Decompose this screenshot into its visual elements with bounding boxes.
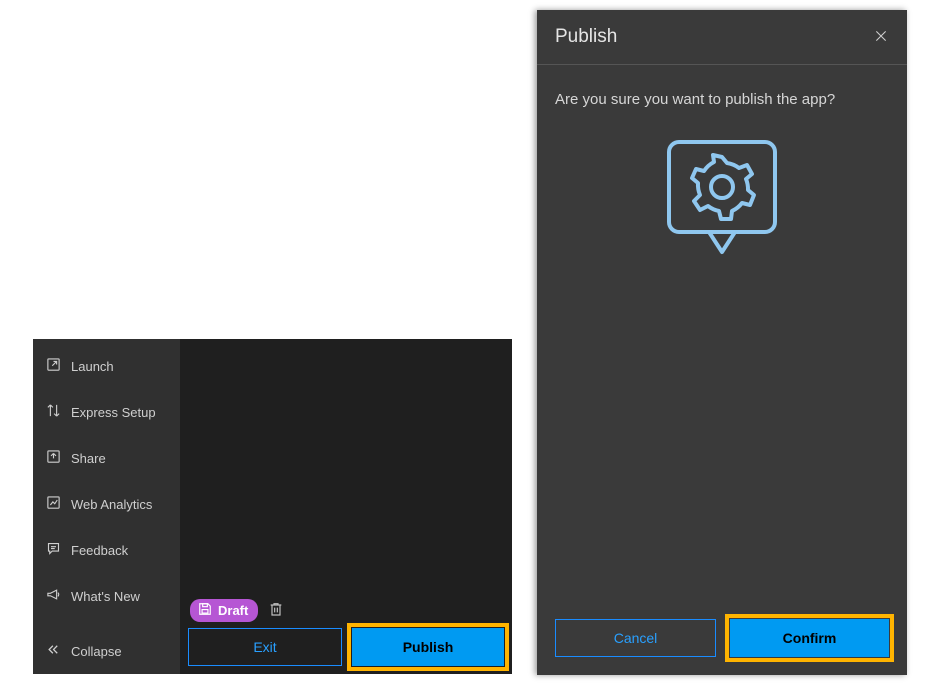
confirm-button-label: Confirm [783, 630, 837, 646]
editor-frame: Launch Express Setup Share [33, 339, 512, 674]
close-icon[interactable] [873, 28, 889, 47]
sidebar-item-web-analytics[interactable]: Web Analytics [33, 481, 180, 527]
confirm-button[interactable]: Confirm [730, 619, 889, 657]
publish-button[interactable]: Publish [352, 628, 504, 666]
modal-footer: Cancel Confirm [537, 605, 907, 675]
modal-header: Publish [537, 10, 907, 65]
cancel-button[interactable]: Cancel [555, 619, 716, 657]
sidebar-item-label: What's New [71, 589, 140, 604]
share-icon [46, 449, 61, 467]
chevron-double-left-icon [46, 642, 61, 660]
save-icon [198, 602, 212, 619]
sidebar-item-label: Web Analytics [71, 497, 152, 512]
sidebar-item-label: Share [71, 451, 106, 466]
sidebar-item-label: Collapse [71, 644, 122, 659]
modal-title: Publish [555, 26, 617, 48]
draft-badge-label: Draft [218, 603, 248, 618]
exit-button[interactable]: Exit [188, 628, 342, 666]
stage-bottom-bar: Draft Exit Publish [180, 591, 512, 674]
sidebar-item-launch[interactable]: Launch [33, 343, 180, 389]
sidebar: Launch Express Setup Share [33, 339, 180, 674]
megaphone-icon [46, 587, 61, 605]
sidebar-item-share[interactable]: Share [33, 435, 180, 481]
gear-speech-icon [657, 134, 787, 267]
exit-button-label: Exit [253, 639, 276, 655]
analytics-icon [46, 495, 61, 513]
sidebar-item-label: Feedback [71, 543, 128, 558]
sidebar-item-collapse[interactable]: Collapse [33, 628, 180, 674]
feedback-icon [46, 541, 61, 559]
sidebar-item-label: Express Setup [71, 405, 156, 420]
modal-question: Are you sure you want to publish the app… [555, 91, 889, 108]
trash-icon[interactable] [268, 601, 284, 620]
draft-badge[interactable]: Draft [190, 599, 258, 622]
express-setup-icon [46, 403, 61, 421]
editor-stage: Draft Exit Publish [180, 339, 512, 674]
publish-modal: Publish Are you sure you want to publish… [537, 10, 907, 675]
cancel-button-label: Cancel [614, 630, 658, 646]
sidebar-item-feedback[interactable]: Feedback [33, 527, 180, 573]
sidebar-item-express-setup[interactable]: Express Setup [33, 389, 180, 435]
modal-body: Are you sure you want to publish the app… [537, 65, 907, 605]
sidebar-item-label: Launch [71, 359, 114, 374]
publish-button-label: Publish [403, 639, 454, 655]
sidebar-item-whats-new[interactable]: What's New [33, 573, 180, 619]
launch-icon [46, 357, 61, 375]
